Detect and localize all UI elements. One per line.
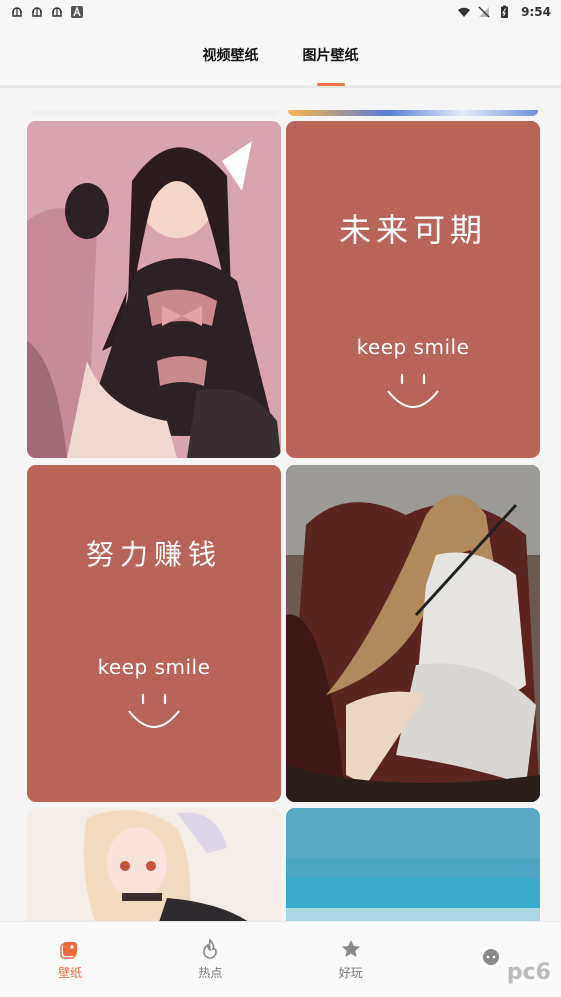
tab-bar: 视频壁纸 图片壁纸 (0, 24, 561, 86)
status-time: 9:54 (521, 5, 551, 19)
notification-icons (10, 5, 84, 19)
tab-label: 图片壁纸 (302, 47, 359, 64)
signal-off-icon (477, 5, 491, 19)
quote-subtitle: keep smile (356, 335, 470, 359)
wallpaper-tile-partial[interactable] (288, 110, 538, 116)
nav-label: 壁纸 (58, 966, 83, 980)
watermark-logo: pc6 (506, 960, 551, 985)
wallpaper-grid[interactable]: 未来可期 keep smile 努力赚钱 keep smile (0, 88, 561, 921)
quote-subtitle: keep smile (97, 655, 211, 679)
chat-icon (480, 947, 502, 969)
wallpaper-tile-quote[interactable]: 未来可期 keep smile (286, 121, 540, 458)
bug-icon (50, 5, 64, 19)
tab-video-wallpaper[interactable]: 视频壁纸 (203, 24, 259, 86)
seascape-image (286, 808, 540, 921)
tab-label: 视频壁纸 (202, 47, 259, 64)
bug-icon (30, 5, 44, 19)
artwork-image (286, 465, 540, 802)
quote-headline: 未来可期 (338, 211, 487, 249)
smiley-icon (128, 693, 180, 728)
a-icon (70, 5, 84, 19)
bottom-navigation: 壁纸 热点 好玩 pc6 (0, 921, 561, 997)
wallpaper-tile-partial[interactable] (29, 110, 280, 116)
tab-image-wallpaper[interactable]: 图片壁纸 (303, 24, 359, 86)
nav-item-fun[interactable]: 好玩 (301, 938, 401, 981)
wallpaper-tile-artwork[interactable] (286, 465, 540, 802)
nav-item-hot[interactable]: 热点 (160, 938, 260, 981)
smiley-icon (387, 373, 439, 408)
wallpaper-tile-photo[interactable] (27, 121, 281, 458)
wallpaper-tile-quote[interactable]: 努力赚钱 keep smile (27, 465, 281, 802)
wallpaper-tile-seascape[interactable] (286, 808, 540, 921)
wallpaper-icon (59, 938, 81, 960)
app-screen: 9:54 视频壁纸 图片壁纸 未来可期 keep smile 努力赚钱 keep… (0, 0, 561, 997)
cosplay-photo (27, 121, 281, 458)
flame-icon (199, 938, 221, 960)
status-bar: 9:54 (0, 0, 561, 24)
anime-image (27, 808, 281, 921)
quote-headline: 努力赚钱 (85, 538, 222, 571)
nav-label: 好玩 (338, 966, 363, 980)
system-icons: 9:54 (457, 5, 551, 19)
wallpaper-tile-anime[interactable] (27, 808, 281, 921)
nav-item-wallpaper[interactable]: 壁纸 (20, 938, 120, 981)
bug-icon (10, 5, 24, 19)
wifi-icon (457, 5, 471, 19)
star-icon (340, 938, 362, 960)
battery-icon (497, 5, 511, 19)
nav-label: 热点 (198, 966, 223, 980)
